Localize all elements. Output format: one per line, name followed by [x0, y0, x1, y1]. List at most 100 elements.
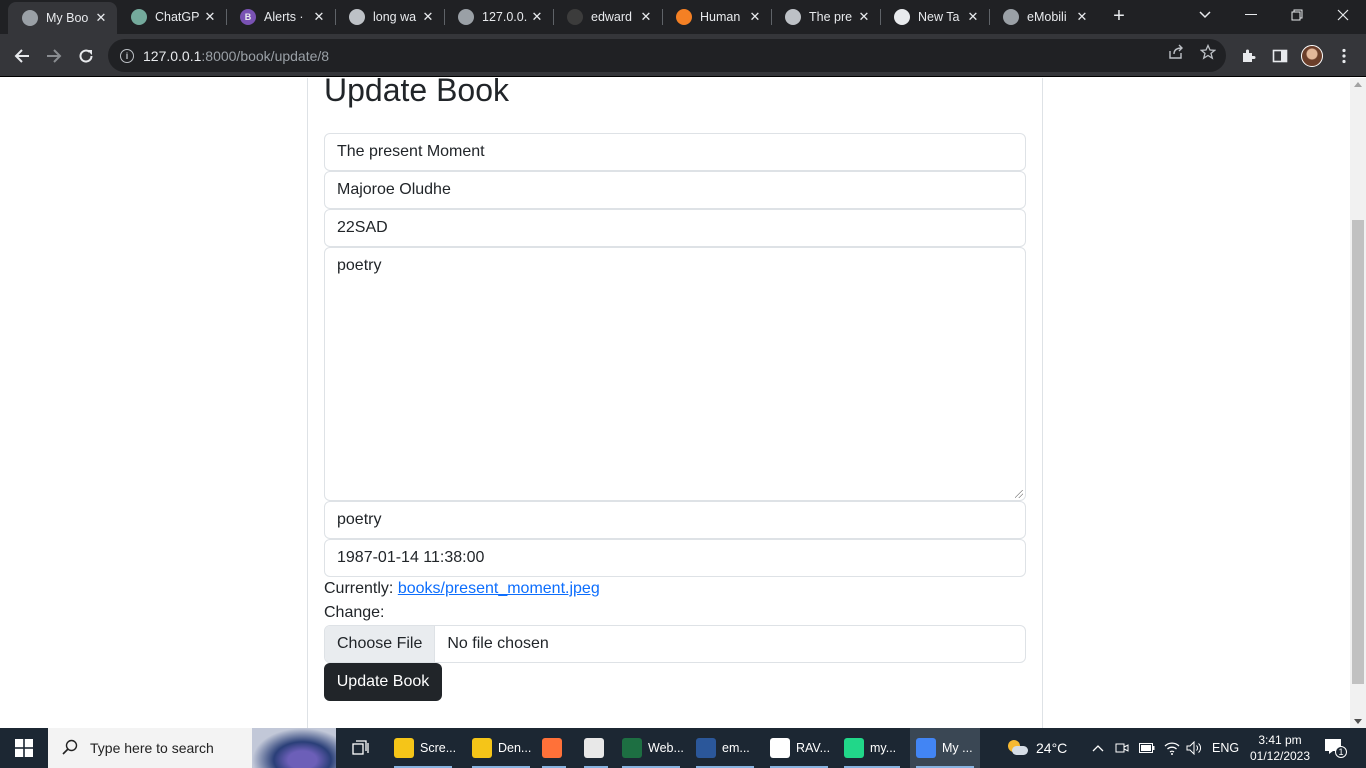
taskbar-search-box[interactable]: Type here to search [48, 728, 336, 768]
close-window-icon[interactable] [1320, 0, 1366, 30]
search-highlight-image [252, 728, 336, 768]
taskbar-app[interactable]: Scre... [388, 728, 458, 768]
tab-close-icon[interactable]: ✕ [202, 9, 218, 25]
new-tab-button[interactable]: + [1108, 5, 1130, 27]
address-bar[interactable]: i 127.0.0.1:8000/book/update/8 [108, 39, 1226, 72]
change-label: Change: [324, 604, 385, 621]
form-container: Update Book The present Moment Majoroe O… [307, 78, 1043, 728]
browser-tab[interactable]: ChatGP ✕ [117, 0, 226, 34]
show-hidden-icons-icon[interactable] [1092, 728, 1104, 768]
published-date-input[interactable]: 1987-01-14 11:38:00 [324, 539, 1026, 577]
search-icon [62, 739, 78, 758]
title-input[interactable]: The present Moment [324, 133, 1026, 171]
volume-icon[interactable] [1186, 728, 1202, 768]
url-text: 127.0.0.1:8000/book/update/8 [143, 47, 330, 64]
tab-separator [662, 9, 663, 25]
task-view-icon[interactable] [346, 728, 376, 768]
taskbar-app[interactable]: My ... [910, 728, 980, 768]
browser-tab[interactable]: B Alerts · ✕ [226, 0, 335, 34]
weather-icon [1006, 740, 1028, 756]
battery-icon[interactable] [1139, 728, 1155, 768]
taskbar-app[interactable]: Web... [616, 728, 686, 768]
browser-tab[interactable]: eMobili ✕ [989, 0, 1098, 34]
share-icon[interactable] [1166, 42, 1186, 62]
tab-favicon-icon [22, 10, 38, 26]
page-viewport: Update Book The present Moment Majoroe O… [0, 78, 1350, 728]
file-input[interactable]: Choose File No file chosen [324, 625, 1026, 663]
folder-icon [394, 738, 414, 758]
system-clock[interactable]: 3:41 pm 01/12/2023 [1245, 732, 1315, 764]
page-scrollbar[interactable] [1350, 78, 1366, 728]
taskbar-app[interactable]: Den... [466, 728, 536, 768]
browser-tab[interactable]: New Ta ✕ [880, 0, 989, 34]
search-placeholder: Type here to search [90, 740, 214, 756]
scrollbar-thumb[interactable] [1352, 220, 1364, 684]
tab-title: My Boo [46, 11, 89, 25]
tab-search-icon[interactable] [1182, 0, 1228, 30]
description-textarea[interactable]: poetry [324, 247, 1026, 501]
tab-close-icon[interactable]: ✕ [93, 10, 109, 26]
isbn-input[interactable]: 22SAD [324, 209, 1026, 247]
genre-input[interactable]: poetry [324, 501, 1026, 539]
resize-handle-icon[interactable] [1015, 490, 1023, 498]
taskbar-app[interactable] [536, 728, 572, 768]
taskbar-app[interactable]: my... [838, 728, 906, 768]
taskbar-app[interactable] [578, 728, 614, 768]
choose-file-button[interactable]: Choose File [325, 626, 436, 662]
tab-title: 127.0.0. [482, 10, 528, 24]
taskbar-app[interactable]: RAV... [764, 728, 834, 768]
meet-now-icon[interactable] [1115, 728, 1129, 768]
bookmark-star-icon[interactable] [1198, 42, 1218, 62]
restore-icon[interactable] [1274, 0, 1320, 30]
language-indicator[interactable]: ENG [1212, 728, 1239, 768]
browser-tab[interactable]: The pre ✕ [771, 0, 880, 34]
author-input[interactable]: Majoroe Oludhe [324, 171, 1026, 209]
side-panel-icon[interactable] [1270, 46, 1290, 66]
forward-icon[interactable] [40, 42, 68, 70]
tab-close-icon[interactable]: ✕ [529, 9, 545, 25]
browser-tab[interactable]: edward ✕ [553, 0, 662, 34]
tab-title: edward [591, 10, 632, 24]
browser-tab[interactable]: 127.0.0. ✕ [444, 0, 553, 34]
back-icon[interactable] [8, 42, 36, 70]
description-text: poetry [337, 257, 382, 274]
windows-taskbar: Type here to search Scre... Den... Web... e… [0, 728, 1366, 768]
wifi-icon[interactable] [1164, 728, 1180, 768]
reload-icon[interactable] [72, 42, 100, 70]
browser-tab[interactable]: long wa ✕ [335, 0, 444, 34]
weather-temperature: 24°C [1036, 740, 1068, 756]
taskbar-app-label: RAV... [796, 741, 831, 755]
browser-tab[interactable]: My Boo ✕ [8, 2, 117, 34]
profile-avatar[interactable] [1301, 45, 1323, 67]
scroll-up-icon[interactable] [1354, 82, 1362, 87]
page-title: Update Book [324, 78, 510, 108]
extensions-icon[interactable] [1238, 46, 1258, 66]
weather-widget[interactable]: 24°C [1006, 728, 1067, 768]
taskbar-app-label: My ... [942, 741, 973, 755]
tab-close-icon[interactable]: ✕ [311, 9, 327, 25]
scroll-down-icon[interactable] [1354, 719, 1362, 724]
tab-close-icon[interactable]: ✕ [1074, 9, 1090, 25]
chrome-menu-icon[interactable] [1334, 46, 1354, 66]
tab-close-icon[interactable]: ✕ [638, 9, 654, 25]
tab-close-icon[interactable]: ✕ [420, 9, 436, 25]
tab-close-icon[interactable]: ✕ [965, 9, 981, 25]
tab-separator [880, 9, 881, 25]
tab-title: eMobili [1027, 10, 1067, 24]
windows-start-icon[interactable] [0, 728, 48, 768]
taskbar-app-label: em... [722, 741, 750, 755]
site-info-icon[interactable]: i [120, 48, 134, 63]
update-book-button[interactable]: Update Book [324, 663, 442, 701]
current-file-link[interactable]: books/present_moment.jpeg [398, 580, 600, 597]
taskbar-app[interactable]: em... [690, 728, 760, 768]
tab-close-icon[interactable]: ✕ [856, 9, 872, 25]
tab-close-icon[interactable]: ✕ [747, 9, 763, 25]
tab-separator [553, 9, 554, 25]
tab-separator [444, 9, 445, 25]
minimize-icon[interactable] [1228, 0, 1274, 30]
tab-favicon-icon [1003, 9, 1019, 25]
no-file-chosen-text: No file chosen [447, 635, 549, 652]
tab-separator [989, 9, 990, 25]
browser-tab[interactable]: Human ✕ [662, 0, 771, 34]
notification-center-icon[interactable]: 1 [1324, 738, 1347, 758]
